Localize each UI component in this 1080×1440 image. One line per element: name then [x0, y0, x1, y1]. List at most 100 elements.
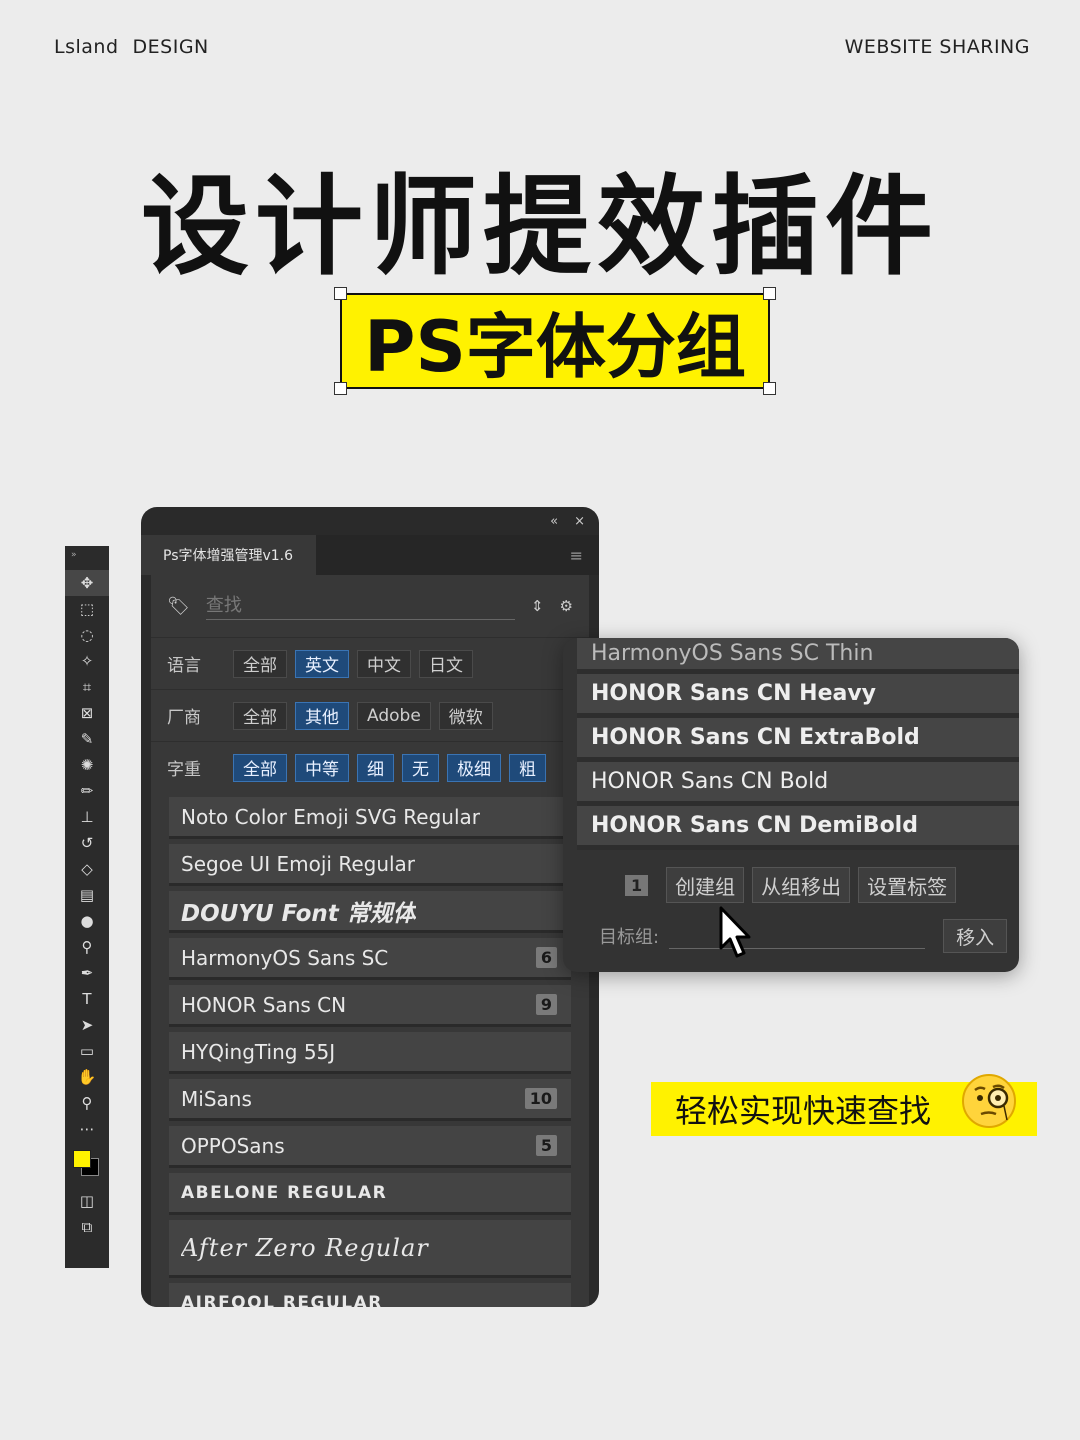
- zoom-tool-icon[interactable]: ⚲: [65, 1090, 109, 1116]
- quick-mask-icon[interactable]: ◫: [65, 1188, 109, 1214]
- panel-tabbar: Ps字体增强管理v1.6 ≡: [141, 535, 599, 575]
- group-count-badge: 5: [535, 1135, 557, 1156]
- chip-vendor-adobe[interactable]: Adobe: [357, 701, 431, 730]
- chip-weight-extralight[interactable]: 极细: [447, 753, 501, 782]
- rectangle-tool-icon[interactable]: ▭: [65, 1038, 109, 1064]
- tools-toolbar: » ✥ ⬚ ◌ ✧ ⌗ ⊠ ✎ ✺ ✏ ⊥ ↺ ◇ ▤ ● ⚲ ✒ T ➤ ▭ …: [65, 546, 109, 1268]
- healing-brush-icon[interactable]: ✺: [65, 752, 109, 778]
- frame-tool-icon[interactable]: ⊠: [65, 700, 109, 726]
- chip-weight-bold[interactable]: 粗: [509, 753, 546, 782]
- chip-lang-english[interactable]: 英文: [295, 649, 349, 678]
- group-font-item[interactable]: HarmonyOS Sans SC Thin: [577, 638, 1019, 674]
- search-input[interactable]: [205, 592, 515, 620]
- foreground-color[interactable]: [73, 1150, 91, 1168]
- resize-handle-br: [763, 382, 776, 395]
- group-font-item[interactable]: HONOR Sans CN Bold: [577, 762, 1019, 806]
- filter-vendor: 厂商 全部 其他 Adobe 微软: [151, 689, 589, 741]
- chip-weight-none[interactable]: 无: [402, 753, 439, 782]
- close-icon[interactable]: ×: [574, 514, 585, 529]
- group-font-item[interactable]: HONOR Sans CN DemiBold: [577, 806, 1019, 850]
- monocle-face-icon: [962, 1074, 1016, 1128]
- target-group-label: 目标组:: [599, 927, 660, 948]
- panel-tab[interactable]: Ps字体增强管理v1.6: [141, 535, 316, 575]
- remove-from-group-button[interactable]: 从组移出: [752, 867, 851, 903]
- history-brush-icon[interactable]: ↺: [65, 830, 109, 856]
- type-tool-icon[interactable]: T: [65, 986, 109, 1012]
- popup-actions: 1 创建组 从组移出 设置标签: [563, 854, 1019, 916]
- panel-body: 🏷 ⇕ ⚙ 语言 全部 英文 中文 日文 厂商 全部 其他 Adobe 微软 字…: [151, 575, 589, 1307]
- font-item[interactable]: HYQingTing 55J: [169, 1032, 571, 1074]
- filter-language: 语言 全部 英文 中文 日文: [151, 637, 589, 689]
- group-count-badge: 9: [535, 994, 557, 1015]
- chip-lang-all[interactable]: 全部: [233, 649, 287, 678]
- font-name: Noto Color Emoji SVG Regular: [181, 804, 480, 829]
- font-item[interactable]: MiSans 10: [169, 1079, 571, 1121]
- more-tools-icon[interactable]: ⋯: [65, 1116, 109, 1142]
- font-name: HarmonyOS Sans SC: [181, 945, 389, 970]
- font-item[interactable]: HONOR Sans CN 9: [169, 985, 571, 1027]
- screen-mode-icon[interactable]: ⧉: [65, 1214, 109, 1240]
- magic-wand-icon[interactable]: ✧: [65, 648, 109, 674]
- subtitle: PS字体分组: [364, 305, 746, 388]
- eyedropper-icon[interactable]: ✎: [65, 726, 109, 752]
- toolbar-grip[interactable]: »: [65, 546, 109, 570]
- move-in-button[interactable]: 移入: [943, 919, 1008, 953]
- group-font-item[interactable]: HONOR Sans CN Heavy: [577, 674, 1019, 718]
- group-font-item[interactable]: HONOR Sans CN ExtraBold: [577, 718, 1019, 762]
- filter-label-language: 语言: [167, 656, 201, 676]
- brush-tool-icon[interactable]: ✏: [65, 778, 109, 804]
- font-item[interactable]: After Zero Regular: [169, 1220, 571, 1278]
- font-name: Segoe UI Emoji Regular: [181, 851, 416, 876]
- font-list: Noto Color Emoji SVG Regular Segoe UI Em…: [151, 793, 589, 1307]
- chip-weight-medium[interactable]: 中等: [295, 753, 349, 782]
- color-swatches[interactable]: [65, 1142, 109, 1188]
- chip-vendor-all[interactable]: 全部: [233, 701, 287, 730]
- mouse-cursor-icon: [719, 906, 751, 958]
- font-item[interactable]: ABELONE REGULAR: [169, 1173, 571, 1215]
- font-name: OPPOSans: [181, 1133, 285, 1158]
- create-group-button[interactable]: 创建组: [666, 867, 745, 903]
- sort-icon[interactable]: ⇕: [531, 597, 544, 615]
- group-font-list: HarmonyOS Sans SC Thin HONOR Sans CN Hea…: [563, 638, 1019, 850]
- font-item[interactable]: Segoe UI Emoji Regular: [169, 844, 571, 886]
- chip-lang-japanese[interactable]: 日文: [419, 649, 473, 678]
- panel-menu-icon[interactable]: ≡: [570, 535, 599, 575]
- tag-icon[interactable]: 🏷: [167, 596, 190, 617]
- font-name: DOUYU Font 常规体: [181, 900, 416, 927]
- move-tool-icon[interactable]: ✥: [65, 570, 109, 596]
- font-item[interactable]: OPPOSans 5: [169, 1126, 571, 1168]
- font-item[interactable]: DOUYU Font 常规体: [169, 891, 571, 933]
- resize-handle-tr: [763, 287, 776, 300]
- chip-weight-thin[interactable]: 细: [357, 753, 394, 782]
- target-group-input[interactable]: [669, 923, 926, 949]
- crop-tool-icon[interactable]: ⌗: [65, 674, 109, 700]
- brand-name: Lsland: [54, 36, 119, 58]
- gradient-tool-icon[interactable]: ▤: [65, 882, 109, 908]
- dodge-tool-icon[interactable]: ⚲: [65, 934, 109, 960]
- chip-lang-chinese[interactable]: 中文: [357, 649, 411, 678]
- marquee-tool-icon[interactable]: ⬚: [65, 596, 109, 622]
- path-select-icon[interactable]: ➤: [65, 1012, 109, 1038]
- collapse-icon[interactable]: «: [550, 514, 558, 529]
- font-item[interactable]: AIRFOOL REGULAR: [169, 1283, 571, 1307]
- subtitle-box: PS字体分组: [334, 287, 776, 395]
- stamp-tool-icon[interactable]: ⊥: [65, 804, 109, 830]
- font-name: HONOR Sans CN: [181, 992, 347, 1017]
- font-name: AIRFOOL REGULAR: [181, 1292, 383, 1308]
- chip-weight-all[interactable]: 全部: [233, 753, 287, 782]
- font-item[interactable]: Noto Color Emoji SVG Regular: [169, 797, 571, 839]
- group-popup: HarmonyOS Sans SC Thin HONOR Sans CN Hea…: [563, 638, 1019, 972]
- gear-icon[interactable]: ⚙: [560, 597, 573, 615]
- blur-tool-icon[interactable]: ●: [65, 908, 109, 934]
- chip-vendor-microsoft[interactable]: 微软: [438, 701, 493, 730]
- resize-handle-bl: [334, 382, 347, 395]
- chip-vendor-other[interactable]: 其他: [295, 701, 349, 730]
- hand-tool-icon[interactable]: ✋: [65, 1064, 109, 1090]
- group-count-badge: 10: [524, 1088, 557, 1109]
- lasso-tool-icon[interactable]: ◌: [65, 622, 109, 648]
- pen-tool-icon[interactable]: ✒: [65, 960, 109, 986]
- resize-handle-tl: [334, 287, 347, 300]
- eraser-tool-icon[interactable]: ◇: [65, 856, 109, 882]
- set-tag-button[interactable]: 设置标签: [858, 867, 957, 903]
- font-item[interactable]: HarmonyOS Sans SC 6: [169, 938, 571, 980]
